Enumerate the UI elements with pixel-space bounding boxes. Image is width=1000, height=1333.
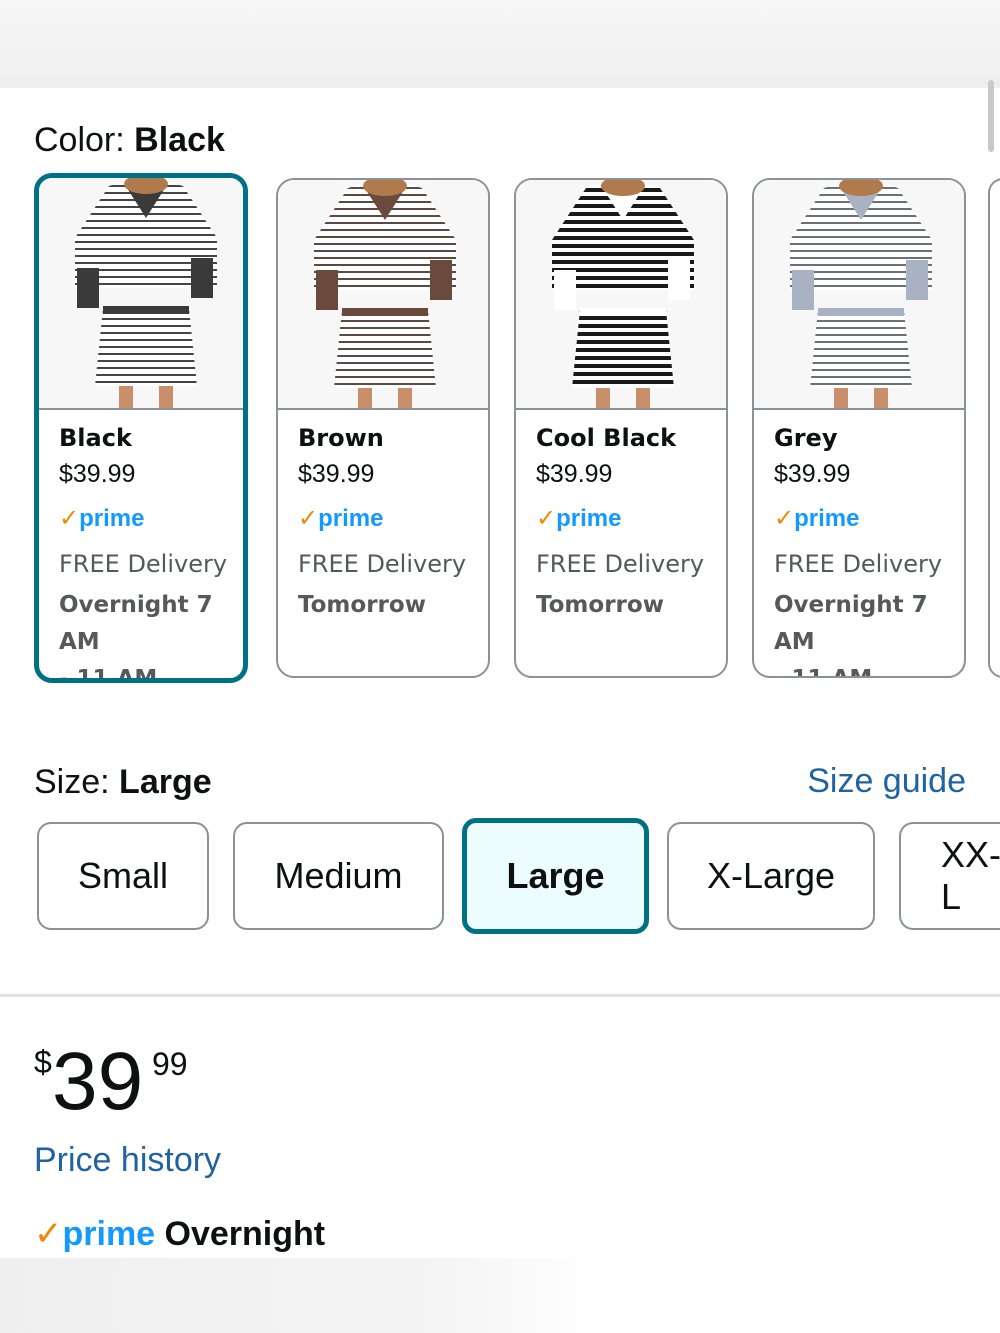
option-name: Brown	[298, 424, 384, 452]
product-image	[39, 178, 243, 410]
color-option-grey[interactable]: Grey $39.99 ✓prime FREE Delivery Overnig…	[752, 178, 966, 678]
product-image	[278, 180, 488, 410]
color-label: Color: Black	[34, 121, 225, 159]
delivery-label: FREE Delivery	[298, 550, 467, 578]
option-name: Cool Black	[536, 424, 677, 452]
color-selected-value: Black	[134, 121, 225, 159]
scrollbar[interactable]	[988, 80, 994, 152]
option-price: $39.99	[536, 460, 613, 488]
prime-badge: ✓prime	[536, 505, 622, 532]
option-price: $39.99	[59, 460, 136, 488]
prime-check-icon: ✓	[59, 505, 80, 532]
size-guide-link[interactable]: Size guide	[807, 762, 966, 801]
product-image	[754, 180, 964, 410]
prime-delivery-badge: ✓prime Overnight	[34, 1215, 326, 1253]
size-option-x-large[interactable]: X-Large	[667, 822, 875, 930]
delivery-label: FREE Delivery	[774, 550, 943, 578]
prime-check-icon: ✓	[774, 505, 795, 532]
option-name: Grey	[774, 424, 838, 452]
delivery-time: Overnight 7 AM - 11 AM	[774, 592, 928, 676]
section-divider	[0, 994, 1000, 997]
prime-badge: ✓prime	[59, 505, 145, 532]
size-option-medium[interactable]: Medium	[233, 822, 444, 930]
size-option-small[interactable]: Small	[37, 822, 209, 930]
color-option-partial[interactable]	[988, 178, 1000, 678]
size-label: Size: Large	[34, 763, 212, 801]
color-option-brown[interactable]: Brown $39.99 ✓prime FREE Delivery Tomorr…	[276, 178, 490, 678]
delivery-label: FREE Delivery	[536, 550, 705, 578]
size-option-xx-large[interactable]: XX-L	[899, 822, 1000, 930]
delivery-label: FREE Delivery	[59, 550, 228, 578]
prime-check-icon: ✓	[34, 1215, 63, 1253]
delivery-time: Tomorrow	[536, 592, 664, 618]
size-selected-value: Large	[119, 763, 212, 801]
prime-check-icon: ✓	[298, 505, 319, 532]
bottom-overlay	[0, 1258, 1000, 1333]
prime-check-icon: ✓	[536, 505, 557, 532]
color-option-cool-black[interactable]: Cool Black $39.99 ✓prime FREE Delivery T…	[514, 178, 728, 678]
option-name: Black	[59, 424, 132, 452]
prime-badge: ✓prime	[298, 505, 384, 532]
price-history-link[interactable]: Price history	[34, 1141, 221, 1180]
product-image	[516, 180, 726, 410]
delivery-time: Tomorrow	[298, 592, 426, 618]
top-header-bar	[0, 0, 1000, 88]
size-option-large[interactable]: Large	[462, 818, 649, 934]
prime-badge: ✓prime	[774, 505, 860, 532]
delivery-time: Overnight 7 AM - 11 AM	[59, 592, 213, 683]
option-price: $39.99	[774, 460, 851, 488]
color-option-black[interactable]: Black $39.99 ✓prime FREE Delivery Overni…	[34, 173, 248, 683]
option-price: $39.99	[298, 460, 375, 488]
